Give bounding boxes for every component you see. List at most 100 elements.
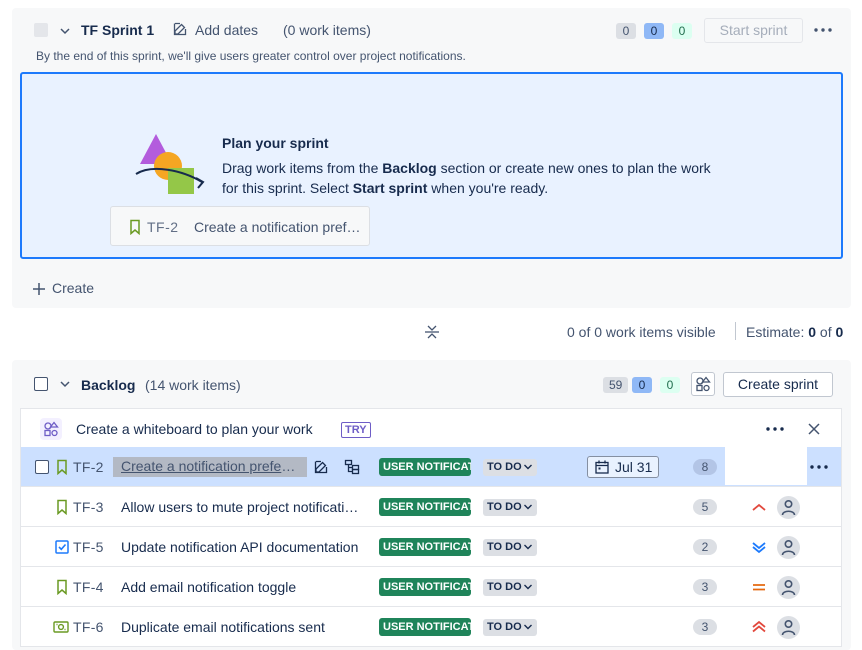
user-icon <box>781 619 796 636</box>
chevron-down-icon <box>523 504 532 510</box>
task-icon <box>55 540 69 554</box>
avatar[interactable] <box>777 496 800 519</box>
done-count: 0 <box>660 377 680 393</box>
inline-edit-area[interactable] <box>725 447 807 485</box>
backlog-row[interactable]: TF-4 Add email notification toggle USER … <box>20 567 842 607</box>
work-item-key[interactable]: TF-4 <box>73 579 104 595</box>
status-dropdown[interactable]: TO DO <box>483 499 537 516</box>
story-points[interactable]: 3 <box>693 619 717 635</box>
user-icon <box>781 579 796 596</box>
separator <box>735 322 736 340</box>
status-dropdown[interactable]: TO DO <box>483 539 537 556</box>
work-item-summary[interactable]: Create a notification preferences page <box>113 457 307 477</box>
status-dropdown[interactable]: TO DO <box>483 459 537 476</box>
user-icon <box>781 499 796 516</box>
done-count: 0 <box>672 23 692 39</box>
avatar[interactable] <box>777 576 800 599</box>
work-item-summary[interactable]: Allow users to mute project notification… <box>121 499 361 515</box>
in-progress-count: 0 <box>632 377 652 393</box>
sprint-drop-zone[interactable]: Plan your sprint Drag work items from th… <box>20 72 843 259</box>
bug-icon <box>53 621 69 633</box>
epic-lozenge[interactable]: USER NOTIFICATIONS <box>379 458 471 476</box>
chevron-down-icon <box>523 544 532 550</box>
create-sprint-button[interactable]: Create sprint <box>723 372 833 397</box>
work-item-summary[interactable]: Add email notification toggle <box>121 579 361 595</box>
sprint-panel: TF Sprint 1 Add dates (0 work items) 0 0… <box>12 8 851 308</box>
status-dropdown[interactable]: TO DO <box>483 579 537 596</box>
ghost-card-key: TF-2 <box>147 219 179 235</box>
avatar[interactable] <box>777 616 800 639</box>
whiteboard-button[interactable] <box>691 372 715 396</box>
add-dates-link[interactable]: Add dates <box>195 22 258 38</box>
work-item-key[interactable]: TF-6 <box>73 619 104 635</box>
resize-divider-icon[interactable] <box>424 323 440 341</box>
todo-count: 0 <box>616 23 636 39</box>
due-date-chip[interactable]: Jul 31 <box>587 456 659 478</box>
sprint-select-checkbox[interactable] <box>34 23 48 37</box>
story-points[interactable]: 3 <box>693 579 717 595</box>
backlog-title: Backlog <box>81 377 136 393</box>
start-sprint-button[interactable]: Start sprint <box>704 18 803 43</box>
in-progress-count: 0 <box>644 23 664 39</box>
calendar-icon <box>595 460 609 474</box>
priority-lowest-icon[interactable] <box>751 539 767 555</box>
ghost-card-summary: Create a notification preferences page <box>194 219 364 235</box>
close-icon[interactable] <box>808 423 820 435</box>
plan-sprint-title: Plan your sprint <box>222 135 329 151</box>
backlog-item-count: (14 work items) <box>145 377 241 393</box>
story-points[interactable]: 8 <box>693 459 717 475</box>
sprint-estimate: Estimate: 0 of 0 <box>746 324 844 340</box>
sprint-goal: By the end of this sprint, we'll give us… <box>36 49 466 63</box>
priority-high-icon[interactable] <box>751 499 767 515</box>
plus-icon <box>33 283 45 295</box>
whiteboard-banner-icon <box>40 418 62 440</box>
try-badge: TRY <box>341 422 371 438</box>
status-dropdown[interactable]: TO DO <box>483 619 537 636</box>
story-icon <box>57 499 67 515</box>
more-actions-icon[interactable] <box>810 465 828 469</box>
epic-lozenge[interactable]: USER NOTIFICATIONS <box>379 538 471 556</box>
plan-sprint-text: Drag work items from the Backlog section… <box>222 160 711 196</box>
plan-sprint-illustration <box>135 134 205 194</box>
priority-medium-icon[interactable] <box>751 579 767 595</box>
work-item-key[interactable]: TF-2 <box>73 459 104 475</box>
epic-lozenge[interactable]: USER NOTIFICATIONS <box>379 498 471 516</box>
backlog-row[interactable]: TF-2 Create a notification preferences p… <box>20 447 842 487</box>
work-item-key[interactable]: TF-3 <box>73 499 104 515</box>
story-points[interactable]: 2 <box>693 539 717 555</box>
edit-icon[interactable] <box>313 459 329 475</box>
chevron-down-icon <box>523 624 532 630</box>
chevron-down-icon <box>523 464 532 470</box>
sprint-title: TF Sprint 1 <box>81 22 155 38</box>
story-points[interactable]: 5 <box>693 499 717 515</box>
chevron-down-icon <box>523 584 532 590</box>
backlog-row[interactable]: TF-3 Allow users to mute project notific… <box>20 487 842 527</box>
row-select-checkbox[interactable] <box>35 460 49 474</box>
story-icon <box>130 219 140 235</box>
sprint-item-count: (0 work items) <box>283 22 371 38</box>
visible-work-items-count: 0 of 0 work items visible <box>567 324 716 340</box>
work-item-key[interactable]: TF-5 <box>73 539 104 555</box>
story-icon <box>57 459 67 475</box>
whiteboard-banner: Create a whiteboard to plan your work TR… <box>20 408 842 448</box>
backlog-select-checkbox[interactable] <box>34 377 48 391</box>
user-icon <box>781 539 796 556</box>
backlog-row[interactable]: TF-5 Update notification API documentati… <box>20 527 842 567</box>
chevron-down-icon[interactable] <box>59 25 71 37</box>
child-items-icon[interactable] <box>344 459 360 475</box>
edit-icon[interactable] <box>172 21 188 37</box>
epic-lozenge[interactable]: USER NOTIFICATIONS <box>379 578 471 596</box>
avatar[interactable] <box>777 536 800 559</box>
work-item-summary[interactable]: Duplicate email notifications sent <box>121 619 361 635</box>
whiteboard-icon <box>696 376 711 392</box>
more-actions-icon[interactable] <box>766 427 784 431</box>
chevron-down-icon[interactable] <box>59 378 71 390</box>
work-item-summary[interactable]: Update notification API documentation <box>121 539 361 555</box>
priority-highest-icon[interactable] <box>751 619 767 635</box>
story-icon <box>57 579 67 595</box>
more-actions-icon[interactable] <box>814 28 832 32</box>
backlog-row[interactable]: TF-6 Duplicate email notifications sent … <box>20 607 842 647</box>
todo-count: 59 <box>603 377 629 393</box>
epic-lozenge[interactable]: USER NOTIFICATIONS <box>379 618 471 636</box>
whiteboard-banner-text[interactable]: Create a whiteboard to plan your work <box>76 421 313 437</box>
